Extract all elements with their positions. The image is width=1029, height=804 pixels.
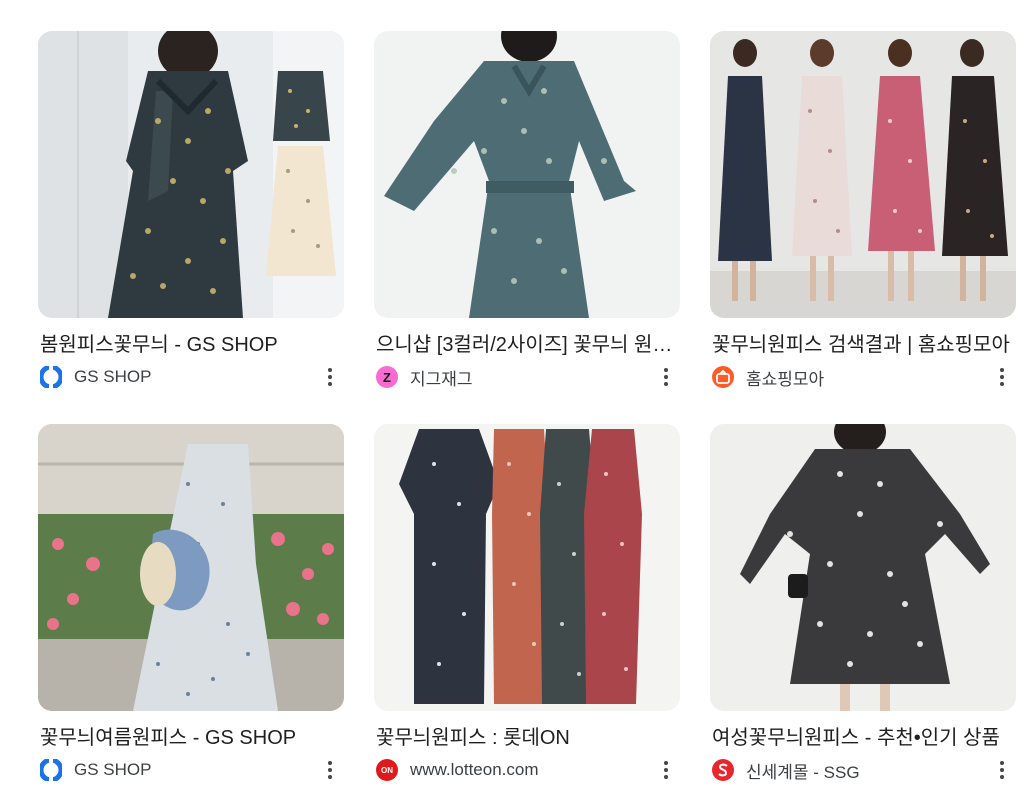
- ssg-logo-icon: [712, 759, 734, 781]
- source-name: GS SHOP: [74, 760, 152, 779]
- result-thumbnail[interactable]: [38, 31, 344, 318]
- image-results-grid: 봄원피스꽃무늬 - GS SHOP GS SHOP 으니샵 [3컬러/2사이즈]…: [0, 0, 1029, 804]
- source-name: 신세계몰 - SSG: [746, 762, 860, 782]
- source-name: GS SHOP: [74, 367, 152, 386]
- more-options-icon[interactable]: [654, 756, 678, 784]
- dress-photo-image: [374, 424, 680, 711]
- result-source[interactable]: 신세계몰 - SSG: [712, 758, 860, 782]
- more-options-icon[interactable]: [318, 363, 342, 391]
- result-thumbnail[interactable]: [710, 424, 1016, 711]
- result-title[interactable]: 꽃무늬원피스 검색결과 | 홈쇼핑모아: [712, 333, 1012, 357]
- more-options-icon[interactable]: [990, 756, 1014, 784]
- gs-shop-logo-icon: [40, 759, 62, 781]
- dress-photo-image: [38, 424, 344, 711]
- result-title[interactable]: 으니샵 [3컬러/2사이즈] 꽃무늬 원피스: [376, 333, 676, 357]
- result-title[interactable]: 꽃무늬여름원피스 - GS SHOP: [40, 726, 340, 750]
- more-options-icon[interactable]: [990, 363, 1014, 391]
- result-source[interactable]: ON www.lotteon.com: [376, 758, 539, 782]
- result-thumbnail[interactable]: [710, 31, 1016, 318]
- source-name: 지그재그: [410, 369, 473, 389]
- dress-photo-image: [710, 31, 1016, 318]
- dress-photo-image: [710, 424, 1016, 711]
- more-options-icon[interactable]: [654, 363, 678, 391]
- homeshopping-moa-logo-icon: [712, 366, 734, 388]
- dress-photo-image: [38, 31, 344, 318]
- zigzag-logo-icon: Z: [376, 366, 398, 388]
- result-thumbnail[interactable]: [374, 424, 680, 711]
- result-source[interactable]: GS SHOP: [40, 365, 151, 389]
- lotteon-logo-icon: ON: [376, 759, 398, 781]
- gs-shop-logo-icon: [40, 366, 62, 388]
- result-source[interactable]: 홈쇼핑모아: [712, 365, 824, 389]
- result-thumbnail[interactable]: [38, 424, 344, 711]
- source-name: www.lotteon.com: [410, 760, 539, 779]
- result-title[interactable]: 여성꽃무늬원피스 - 추천•인기 상품: [712, 726, 1012, 750]
- dress-photo-image: [374, 31, 680, 318]
- source-name: 홈쇼핑모아: [746, 369, 825, 389]
- result-thumbnail[interactable]: [374, 31, 680, 318]
- result-source[interactable]: Z 지그재그: [376, 365, 473, 389]
- result-title[interactable]: 꽃무늬원피스 : 롯데ON: [376, 726, 676, 750]
- result-title[interactable]: 봄원피스꽃무늬 - GS SHOP: [40, 333, 340, 357]
- result-source[interactable]: GS SHOP: [40, 758, 151, 782]
- more-options-icon[interactable]: [318, 756, 342, 784]
